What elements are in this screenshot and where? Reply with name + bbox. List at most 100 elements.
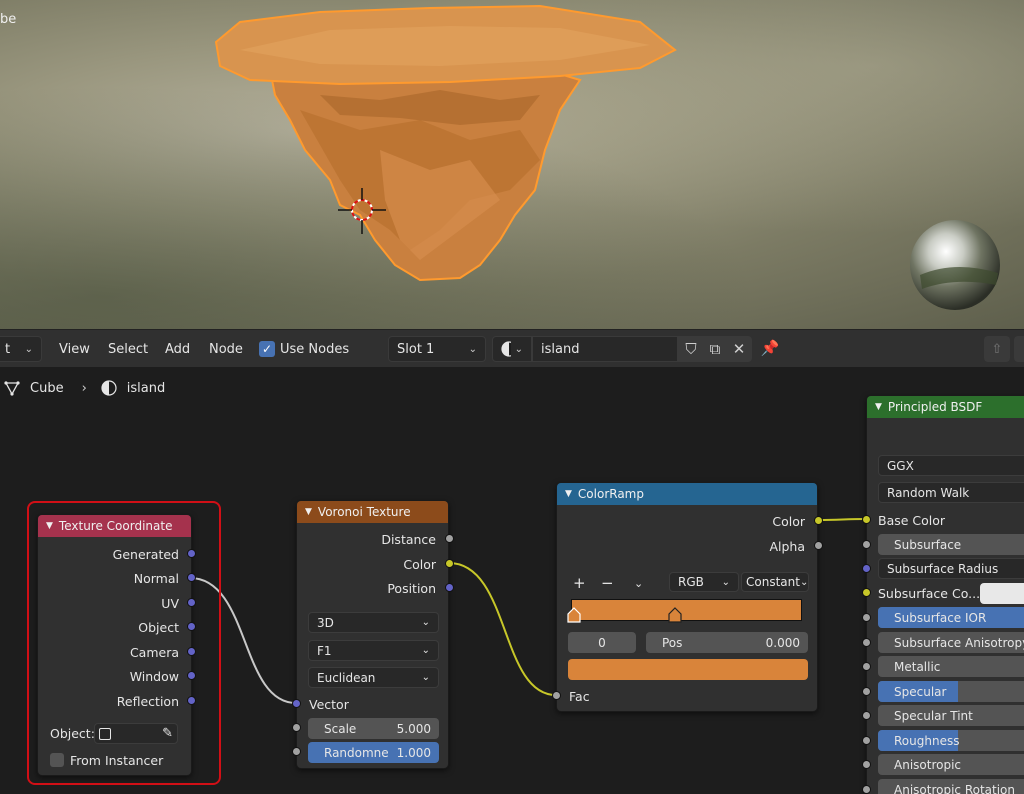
anisotropic-rotation-field[interactable]: Anisotropic Rotation (878, 779, 1024, 794)
add-stop-button[interactable]: + (573, 573, 586, 593)
editor-mode-dropdown[interactable]: t ⌄ (0, 336, 42, 362)
breadcrumb-material: island (126, 380, 166, 396)
close-icon[interactable]: ✕ (727, 337, 751, 361)
node-title: Voronoi Texture (317, 505, 411, 519)
anisotropic-label: Anisotropic (894, 757, 962, 772)
stop-color-swatch[interactable] (568, 659, 808, 680)
metallic-field[interactable]: Metallic (878, 656, 1024, 677)
menu-select[interactable]: Select (108, 336, 148, 362)
socket-color[interactable] (445, 559, 454, 568)
randomness-label: Randomne (324, 745, 389, 760)
socket-scale[interactable] (292, 723, 301, 732)
voronoi-texture-node[interactable]: ▼ Voronoi Texture Distance Color Positio… (292, 500, 454, 769)
socket-subsurface-radius[interactable] (862, 564, 871, 573)
input-base-color: Base Color (878, 512, 946, 528)
pin-icon[interactable]: 📌 (758, 336, 782, 360)
collapse-arrow-icon[interactable]: ▼ (305, 507, 312, 517)
roughness-field[interactable]: Roughness (878, 730, 1024, 751)
editor-mode-label: t (5, 341, 11, 357)
socket-position[interactable] (445, 583, 454, 592)
material-name-field[interactable]: island (532, 336, 678, 362)
dimensions-dropdown[interactable]: 3D ⌄ (308, 612, 439, 633)
interpolation-dropdown[interactable]: Constant ⌄ (741, 572, 809, 592)
active-stop-index-field[interactable]: 0 (568, 632, 636, 653)
specular-tint-field[interactable]: Specular Tint (878, 705, 1024, 726)
material-sphere-icon (101, 380, 117, 396)
duplicate-icon[interactable]: ⧉ (703, 337, 727, 361)
randomness-field[interactable]: Randomne 1.000 (308, 742, 439, 763)
3d-viewport[interactable]: be (0, 0, 1024, 329)
node-header[interactable]: ▼ ColorRamp (557, 483, 817, 505)
menu-view[interactable]: View (59, 336, 90, 362)
randomness-value: 1.000 (396, 745, 431, 760)
socket-vector[interactable] (292, 699, 301, 708)
use-nodes-toggle[interactable]: ✓ Use Nodes (259, 336, 349, 362)
socket-specular-tint[interactable] (862, 711, 871, 720)
overlay-icon[interactable] (1014, 336, 1024, 362)
slot-dropdown[interactable]: Slot 1 ⌄ (388, 336, 486, 362)
slot-label: Slot 1 (397, 341, 435, 357)
output-color: Color (772, 513, 805, 529)
subsurface-method-value: Random Walk (887, 485, 970, 500)
chevron-down-icon: ⌄ (514, 343, 523, 355)
socket-anisotropic-rotation[interactable] (862, 785, 871, 794)
chevron-down-icon: ⌄ (421, 617, 430, 628)
input-subsurface-color: Subsurface Co... (878, 585, 981, 601)
socket-alpha[interactable] (814, 541, 823, 550)
ramp-menu-chevron-icon[interactable]: ⌄ (634, 573, 643, 593)
specular-field[interactable]: Specular (878, 681, 1024, 702)
fake-user-shield-icon[interactable]: ⛉ (679, 337, 703, 361)
interpolation-value: Constant (746, 575, 800, 589)
material-browse-button[interactable]: ⌄ (492, 336, 532, 362)
socket-color[interactable] (814, 516, 823, 525)
ramp-stop-0-icon[interactable] (567, 607, 581, 623)
subsurface-field[interactable]: Subsurface (878, 534, 1024, 555)
socket-roughness[interactable] (862, 736, 871, 745)
subsurface-anisotropy-field[interactable]: Subsurface Anisotropy (878, 632, 1024, 653)
node-editor-header: t ⌄ View Select Add Node ✓ Use Nodes Slo… (0, 329, 1024, 367)
socket-distance[interactable] (445, 534, 454, 543)
socket-anisotropic[interactable] (862, 760, 871, 769)
subsurface-ior-field[interactable]: Subsurface IOR (878, 607, 1024, 628)
subsurface-method-dropdown[interactable]: Random Walk (878, 482, 1024, 503)
distribution-dropdown[interactable]: GGX (878, 455, 1024, 476)
anisotropic-field[interactable]: Anisotropic (878, 754, 1024, 775)
socket-base-color[interactable] (862, 515, 871, 524)
node-title: Principled BSDF (887, 400, 983, 414)
distance-metric-dropdown[interactable]: Euclidean ⌄ (308, 667, 439, 688)
ramp-stop-1-icon[interactable] (668, 607, 682, 623)
menu-add[interactable]: Add (165, 336, 190, 362)
output-distance: Distance (381, 531, 436, 547)
node-header[interactable]: ▼ Voronoi Texture (297, 501, 448, 523)
feature-value: F1 (317, 643, 332, 658)
scale-value: 5.000 (396, 721, 431, 736)
stop-position-field[interactable]: Pos 0.000 (646, 632, 808, 653)
parent-node-tree-icon[interactable]: ⇧ (984, 336, 1010, 362)
breadcrumb-object: Cube (30, 380, 64, 396)
socket-subsurface-anisotropy[interactable] (862, 638, 871, 647)
scale-field[interactable]: Scale 5.000 (308, 718, 439, 739)
breadcrumb: Cube › island (0, 378, 165, 398)
socket-specular[interactable] (862, 687, 871, 696)
socket-subsurface-ior[interactable] (862, 613, 871, 622)
collapse-arrow-icon[interactable]: ▼ (875, 402, 882, 412)
menu-node[interactable]: Node (209, 336, 243, 362)
color-mode-dropdown[interactable]: RGB ⌄ (669, 572, 739, 592)
island-mesh[interactable] (0, 0, 1024, 329)
feature-dropdown[interactable]: F1 ⌄ (308, 640, 439, 661)
remove-stop-button[interactable]: − (601, 573, 614, 593)
subsurface-radius-field[interactable]: Subsurface Radius (878, 558, 1024, 579)
material-name: island (541, 341, 580, 357)
socket-fac[interactable] (552, 691, 561, 700)
collapse-arrow-icon[interactable]: ▼ (565, 489, 572, 499)
node-header[interactable]: ▼ Principled BSDF (867, 396, 1024, 418)
socket-randomness[interactable] (292, 747, 301, 756)
colorramp-node[interactable]: ▼ ColorRamp Color Alpha + − ⌄ RGB ⌄ Const… (552, 482, 823, 712)
principled-bsdf-node[interactable]: ▼ Principled BSDF GGX Random Walk Base C… (862, 395, 1024, 794)
subsurface-color-swatch[interactable] (980, 583, 1024, 604)
socket-metallic[interactable] (862, 662, 871, 671)
color-ramp-gradient[interactable] (571, 599, 802, 621)
output-alpha: Alpha (769, 538, 805, 554)
socket-subsurface[interactable] (862, 540, 871, 549)
socket-subsurface-color[interactable] (862, 588, 871, 597)
